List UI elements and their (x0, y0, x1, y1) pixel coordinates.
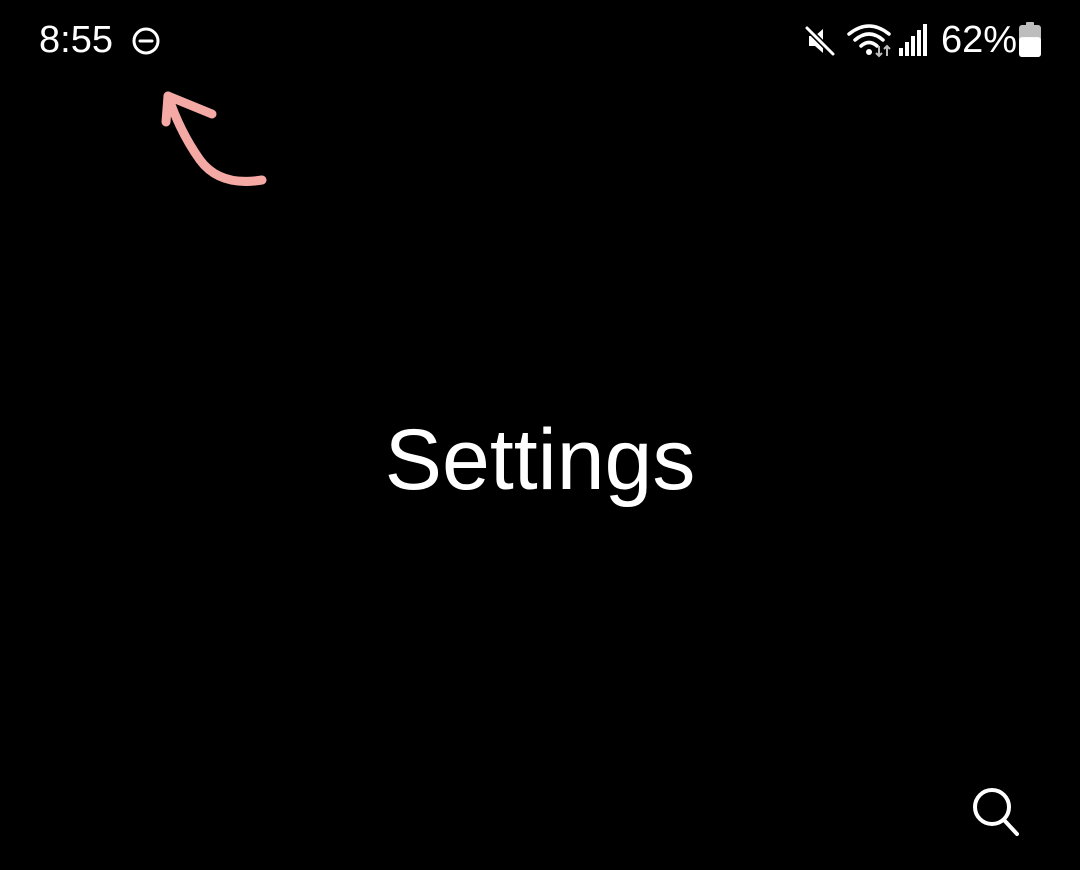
mute-icon (804, 25, 836, 57)
status-bar: 8:55 62% (0, 0, 1080, 80)
do-not-disturb-icon (132, 27, 160, 55)
search-icon (973, 788, 1019, 836)
page-title: Settings (384, 412, 696, 508)
wifi-icon (847, 24, 891, 58)
signal-icon (899, 24, 927, 56)
search-button[interactable] (964, 780, 1028, 844)
battery-percent: 62% (941, 19, 1018, 61)
annotation-arrow (161, 91, 267, 186)
battery-icon (1019, 22, 1041, 57)
status-time: 8:55 (39, 19, 113, 61)
